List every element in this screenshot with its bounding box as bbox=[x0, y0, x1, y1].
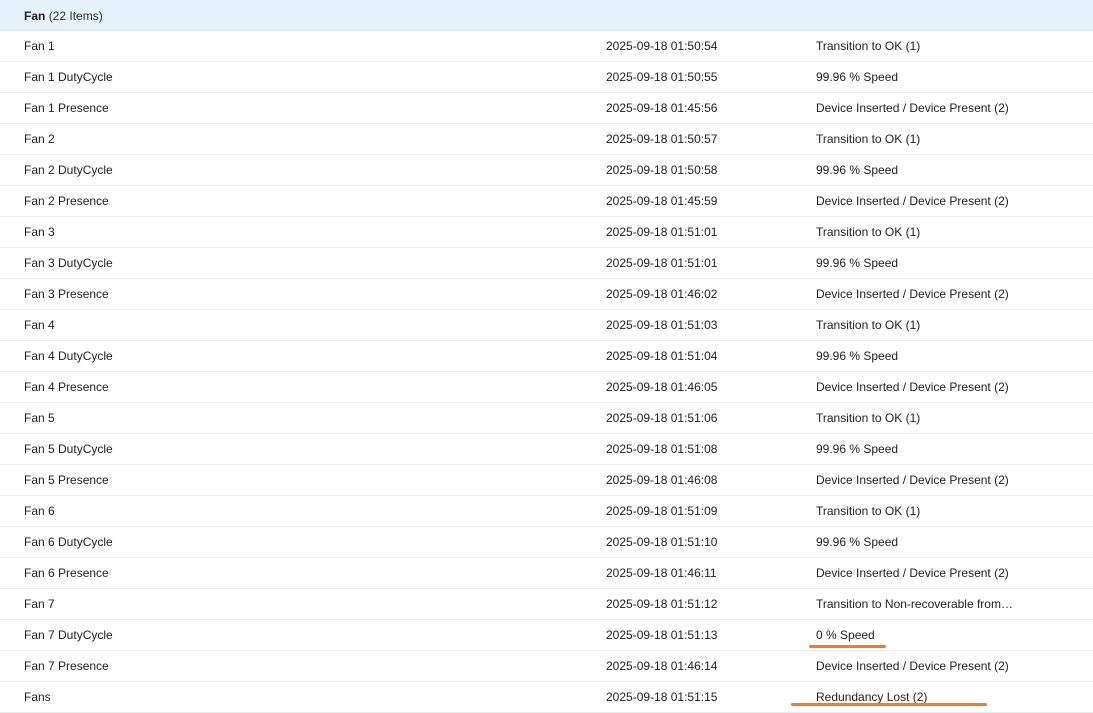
table-row[interactable]: Fan 1 Presence 2025-09-18 01:45:56 Device … bbox=[0, 93, 1093, 124]
table-row[interactable]: Fan 3 2025-09-18 01:51:01 Transition to OK… bbox=[0, 217, 1093, 248]
sensor-status: 99.96 % Speed bbox=[816, 442, 899, 456]
sensor-name: Fan 1 Presence bbox=[24, 101, 109, 115]
table-row[interactable]: Fan 7 Presence 2025-09-18 01:46:14 Device … bbox=[0, 651, 1093, 682]
table-row[interactable]: Fan 6 DutyCycle 2025-09-18 01:51:10 99.96 … bbox=[0, 527, 1093, 558]
group-name: Fan bbox=[24, 9, 46, 23]
sensor-timestamp: 2025-09-18 01:51:04 bbox=[606, 349, 718, 363]
sensor-timestamp: 2025-09-18 01:46:08 bbox=[606, 473, 718, 487]
sensor-name: Fan 4 DutyCycle bbox=[24, 349, 113, 363]
group-header-label: Fan (22 Items) bbox=[24, 9, 103, 23]
table-row[interactable]: Fan 4 2025-09-18 01:51:03 Transition to OK… bbox=[0, 310, 1093, 341]
sensor-timestamp: 2025-09-18 01:51:15 bbox=[606, 690, 718, 704]
sensor-name: Fan 6 DutyCycle bbox=[24, 535, 113, 549]
table-row[interactable]: Fan 4 Presence 2025-09-18 01:46:05 Device … bbox=[0, 372, 1093, 403]
sensor-timestamp: 2025-09-18 01:46:05 bbox=[606, 380, 718, 394]
table-row[interactable]: Fan 1 2025-09-18 01:50:54 Transition to OK… bbox=[0, 31, 1093, 62]
table-row[interactable]: Fan 2 DutyCycle 2025-09-18 01:50:58 99.96 … bbox=[0, 155, 1093, 186]
sensor-name: Fan 3 bbox=[24, 225, 55, 239]
sensor-name: Fan 5 bbox=[24, 411, 55, 425]
sensor-status: Transition to Non-recoverable from… bbox=[816, 597, 1013, 611]
sensor-timestamp: 2025-09-18 01:51:13 bbox=[606, 628, 718, 642]
table-row[interactable]: Fan 2 Presence 2025-09-18 01:45:59 Device … bbox=[0, 186, 1093, 217]
table-row[interactable]: Fan 5 DutyCycle 2025-09-18 01:51:08 99.96 … bbox=[0, 434, 1093, 465]
table-row[interactable]: Fan 3 Presence 2025-09-18 01:46:02 Device … bbox=[0, 279, 1093, 310]
sensor-timestamp: 2025-09-18 01:51:06 bbox=[606, 411, 718, 425]
sensor-status: 99.96 % Speed bbox=[816, 70, 899, 84]
sensor-name: Fans bbox=[24, 690, 51, 704]
sensor-timestamp: 2025-09-18 01:46:14 bbox=[606, 659, 718, 673]
sensor-name: Fan 5 DutyCycle bbox=[24, 442, 113, 456]
table-row[interactable]: Fan 4 DutyCycle 2025-09-18 01:51:04 99.96 … bbox=[0, 341, 1093, 372]
table-row[interactable]: Fan 5 Presence 2025-09-18 01:46:08 Device … bbox=[0, 465, 1093, 496]
sensor-status: Transition to OK (1) bbox=[816, 132, 921, 146]
sensor-status: Redundancy Lost (2) bbox=[816, 690, 928, 704]
sensor-timestamp: 2025-09-18 01:50:54 bbox=[606, 39, 718, 53]
sensor-timestamp: 2025-09-18 01:45:56 bbox=[606, 101, 718, 115]
sensor-timestamp: 2025-09-18 01:45:59 bbox=[606, 194, 718, 208]
sensor-name: Fan 4 Presence bbox=[24, 380, 109, 394]
sensor-name: Fan 3 DutyCycle bbox=[24, 256, 113, 270]
table-row[interactable]: Fan 6 Presence 2025-09-18 01:46:11 Device … bbox=[0, 558, 1093, 589]
sensor-status: 99.96 % Speed bbox=[816, 256, 899, 270]
sensor-status: Device Inserted / Device Present (2) bbox=[816, 566, 1009, 580]
sensor-timestamp: 2025-09-18 01:51:01 bbox=[606, 225, 718, 239]
sensor-status: 99.96 % Speed bbox=[816, 163, 899, 177]
sensor-timestamp: 2025-09-18 01:51:03 bbox=[606, 318, 718, 332]
sensor-timestamp: 2025-09-18 01:51:10 bbox=[606, 535, 718, 549]
sensor-timestamp: 2025-09-18 01:51:09 bbox=[606, 504, 718, 518]
table-row[interactable]: Fan 7 DutyCycle 2025-09-18 01:51:13 0 % Sp… bbox=[0, 620, 1093, 651]
group-header-fan[interactable]: Fan (22 Items) bbox=[0, 0, 1093, 31]
sensor-timestamp: 2025-09-18 01:51:01 bbox=[606, 256, 718, 270]
sensor-status: Device Inserted / Device Present (2) bbox=[816, 101, 1009, 115]
sensor-name: Fan 7 Presence bbox=[24, 659, 109, 673]
sensor-name: Fan 3 Presence bbox=[24, 287, 109, 301]
sensor-timestamp: 2025-09-18 01:51:12 bbox=[606, 597, 718, 611]
sensor-status: Device Inserted / Device Present (2) bbox=[816, 380, 1009, 394]
sensor-status: Device Inserted / Device Present (2) bbox=[816, 194, 1009, 208]
sensor-name: Fan 7 DutyCycle bbox=[24, 628, 113, 642]
sensor-table-body: Fan 1 2025-09-18 01:50:54 Transition to OK… bbox=[0, 31, 1093, 713]
sensor-status: Transition to OK (1) bbox=[816, 318, 921, 332]
sensor-name: Fan 2 Presence bbox=[24, 194, 109, 208]
table-row[interactable]: Fans 2025-09-18 01:51:15 Redundancy Lost (… bbox=[0, 682, 1093, 713]
sensor-name: Fan 1 bbox=[24, 39, 55, 53]
sensor-timestamp: 2025-09-18 01:50:57 bbox=[606, 132, 718, 146]
annotation-underline-redundancy bbox=[791, 703, 987, 706]
table-row[interactable]: Fan 7 2025-09-18 01:51:12 Transition to No… bbox=[0, 589, 1093, 620]
table-row[interactable]: Fan 6 2025-09-18 01:51:09 Transition to OK… bbox=[0, 496, 1093, 527]
sensor-status: 99.96 % Speed bbox=[816, 535, 899, 549]
sensor-status: Transition to OK (1) bbox=[816, 225, 921, 239]
sensor-name: Fan 7 bbox=[24, 597, 55, 611]
sensor-name: Fan 4 bbox=[24, 318, 55, 332]
sensor-status: 99.96 % Speed bbox=[816, 349, 899, 363]
sensor-status: Device Inserted / Device Present (2) bbox=[816, 473, 1009, 487]
sensor-status: Transition to OK (1) bbox=[816, 39, 921, 53]
sensor-name: Fan 1 DutyCycle bbox=[24, 70, 113, 84]
sensor-timestamp: 2025-09-18 01:50:58 bbox=[606, 163, 718, 177]
sensor-name: Fan 6 bbox=[24, 504, 55, 518]
group-item-count: (22 Items) bbox=[48, 9, 103, 23]
sensor-name: Fan 2 DutyCycle bbox=[24, 163, 113, 177]
sensor-name: Fan 2 bbox=[24, 132, 55, 146]
annotation-underline-duty-speed bbox=[809, 645, 886, 648]
sensor-status: Device Inserted / Device Present (2) bbox=[816, 287, 1009, 301]
table-row[interactable]: Fan 2 2025-09-18 01:50:57 Transition to OK… bbox=[0, 124, 1093, 155]
sensor-status: Transition to OK (1) bbox=[816, 411, 921, 425]
sensor-name: Fan 5 Presence bbox=[24, 473, 109, 487]
sensor-timestamp: 2025-09-18 01:50:55 bbox=[606, 70, 718, 84]
table-row[interactable]: Fan 3 DutyCycle 2025-09-18 01:51:01 99.96 … bbox=[0, 248, 1093, 279]
sensor-status: Transition to OK (1) bbox=[816, 504, 921, 518]
sensor-timestamp: 2025-09-18 01:51:08 bbox=[606, 442, 718, 456]
sensor-status: Device Inserted / Device Present (2) bbox=[816, 659, 1009, 673]
table-row[interactable]: Fan 1 DutyCycle 2025-09-18 01:50:55 99.96 … bbox=[0, 62, 1093, 93]
sensor-timestamp: 2025-09-18 01:46:11 bbox=[606, 566, 717, 580]
sensor-timestamp: 2025-09-18 01:46:02 bbox=[606, 287, 718, 301]
table-row[interactable]: Fan 5 2025-09-18 01:51:06 Transition to OK… bbox=[0, 403, 1093, 434]
sensor-name: Fan 6 Presence bbox=[24, 566, 109, 580]
